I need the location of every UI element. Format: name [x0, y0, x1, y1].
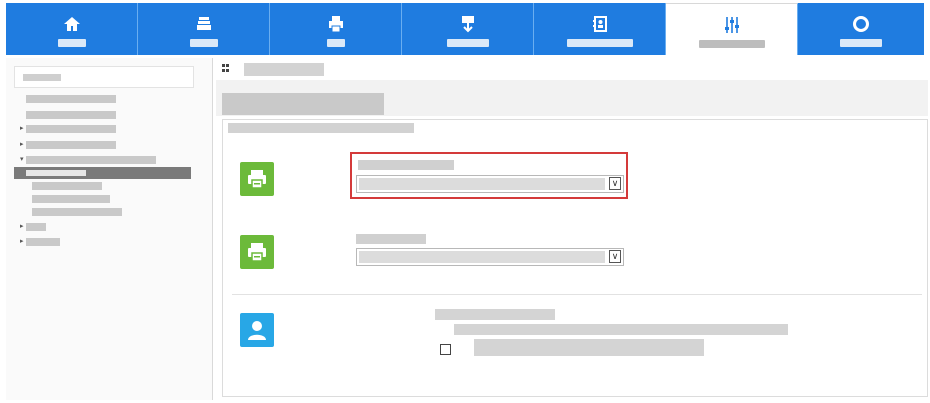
nav-tab-address-book[interactable]	[534, 3, 666, 55]
grid-icon	[222, 64, 234, 76]
top-nav	[6, 3, 924, 55]
chevron-down-icon[interactable]: ∨	[609, 250, 621, 263]
option-checkbox[interactable]	[440, 344, 451, 355]
sliders-icon	[723, 16, 741, 37]
section-heading	[435, 309, 555, 320]
home-icon	[63, 15, 81, 36]
nav-tab-label	[840, 39, 882, 47]
divider	[232, 294, 922, 295]
tree-item[interactable]: ▾	[6, 155, 212, 165]
nav-tab-label	[446, 39, 489, 47]
lifebuoy-icon	[852, 15, 870, 36]
sidebar: ▸ ▸ ▾ ▸ ▸	[6, 58, 213, 400]
section-description	[454, 324, 788, 335]
sidebar-search-input[interactable]	[14, 66, 194, 88]
caret-right-icon[interactable]: ▸	[20, 222, 24, 232]
nav-tab-label	[57, 39, 86, 47]
tree-item[interactable]	[6, 110, 212, 120]
panel-heading	[228, 123, 414, 133]
address-book-icon	[591, 15, 609, 36]
tree-subitem[interactable]	[6, 181, 212, 191]
nav-tab-home[interactable]	[6, 3, 138, 55]
caret-right-icon[interactable]: ▸	[20, 140, 24, 150]
highlight-box	[350, 152, 628, 199]
nav-tab-stack[interactable]	[138, 3, 270, 55]
nav-tab-print[interactable]	[270, 3, 402, 55]
nav-tab-label	[189, 39, 218, 47]
user-icon	[240, 313, 274, 347]
caret-right-icon[interactable]: ▸	[20, 237, 24, 247]
print-icon	[327, 15, 345, 36]
page-title	[222, 93, 384, 115]
nav-tab-label	[698, 40, 765, 48]
stack-icon	[195, 15, 213, 36]
breadcrumb	[222, 62, 326, 76]
download-icon	[459, 15, 477, 36]
tree-item[interactable]: ▸	[6, 237, 212, 247]
search-placeholder	[23, 74, 61, 81]
tree-item-selected[interactable]	[14, 167, 191, 179]
tree-item[interactable]	[6, 94, 212, 104]
printer-select-2[interactable]: ∨	[356, 248, 624, 266]
caret-down-icon[interactable]: ▾	[20, 155, 24, 165]
nav-tab-settings[interactable]	[666, 3, 798, 55]
tree-subitem[interactable]	[6, 207, 212, 217]
caret-right-icon[interactable]: ▸	[20, 124, 24, 134]
tree-item[interactable]: ▸	[6, 124, 212, 134]
checkbox-label	[474, 339, 704, 356]
nav-tab-help[interactable]	[798, 3, 924, 55]
printer-icon	[240, 162, 274, 196]
tree-item[interactable]: ▸	[6, 222, 212, 232]
printer-icon	[240, 235, 274, 269]
field-label	[356, 234, 426, 244]
nav-tab-label	[326, 39, 345, 47]
nav-tab-label	[566, 39, 633, 47]
breadcrumb-link[interactable]	[244, 63, 324, 76]
nav-tab-download[interactable]	[402, 3, 534, 55]
tree-item[interactable]: ▸	[6, 140, 212, 150]
select-value	[359, 251, 605, 263]
tree-subitem[interactable]	[6, 194, 212, 204]
